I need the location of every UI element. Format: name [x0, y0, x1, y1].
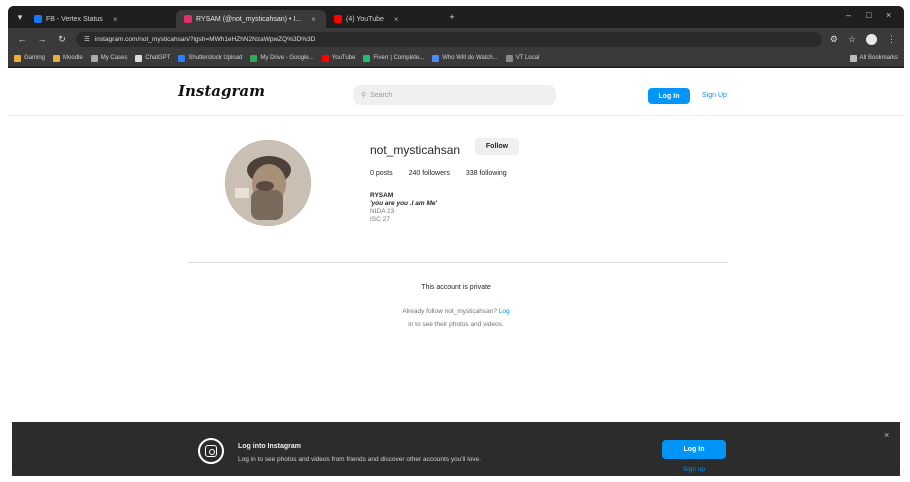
- new-tab-button[interactable]: +: [446, 12, 458, 22]
- instagram-header: Instagram ⚲ Search Log In Sign Up: [8, 68, 904, 116]
- banner-login-button[interactable]: Log In: [662, 440, 726, 459]
- search-icon: ⚲: [361, 92, 367, 99]
- bookmark-label: VT Local: [515, 55, 540, 61]
- drive-icon: [250, 54, 258, 62]
- bookmark-item[interactable]: Who Will do Watch...: [432, 54, 498, 62]
- fiverr-icon: [363, 54, 371, 62]
- close-icon[interactable]: ×: [311, 15, 316, 24]
- bio-quote: 'you are you .I am Me': [370, 200, 438, 207]
- reload-icon[interactable]: ↻: [56, 34, 68, 45]
- youtube-icon: [321, 54, 329, 62]
- globe-icon: [90, 54, 98, 62]
- bookmark-item[interactable]: Shutterstock Upload: [178, 54, 243, 62]
- extensions-icon[interactable]: ⚙: [830, 34, 838, 45]
- bookmark-item[interactable]: ChatGPT: [135, 54, 171, 62]
- follow-button[interactable]: Follow: [475, 138, 519, 155]
- page-icon: [432, 54, 440, 62]
- url-text: instagram.com/not_mysticahsan/?igsh=MWh1…: [94, 35, 316, 43]
- tab-label: (4) YouTube: [346, 15, 384, 23]
- bookmark-item[interactable]: My Drive - Google...: [250, 54, 314, 62]
- tab-label: FB - Vertex Status: [46, 15, 103, 23]
- private-line-prefix: Already follow not_mysticahsan?: [402, 308, 499, 315]
- login-link[interactable]: Log: [499, 308, 510, 315]
- instagram-page: Instagram ⚲ Search Log In Sign Up not_my…: [8, 68, 904, 476]
- bookmark-item[interactable]: VT Local: [505, 54, 540, 62]
- posts-count: 0 posts: [370, 170, 393, 177]
- bookmark-label: Fiverr | Complete...: [373, 55, 425, 61]
- search-input[interactable]: ⚲ Search: [353, 85, 556, 105]
- private-account-title: This account is private: [421, 284, 491, 291]
- back-icon[interactable]: ←: [16, 34, 28, 44]
- close-icon[interactable]: ×: [884, 430, 889, 440]
- bookmark-item[interactable]: Fiverr | Complete...: [363, 54, 425, 62]
- profile-bio: RYSAM 'you are you .I am Me' NIDA 23 ISC…: [370, 192, 437, 224]
- bookmarks-bar: Gaming Moodle My Cases ChatGPT Shutterst…: [8, 50, 904, 67]
- bookmark-label: My Drive - Google...: [260, 55, 314, 61]
- bio-line: ISC 27: [370, 216, 390, 223]
- folder-icon: [14, 54, 21, 62]
- tab-fb[interactable]: FB - Vertex Status ×: [26, 10, 176, 28]
- close-icon[interactable]: ×: [113, 15, 118, 24]
- close-window-icon[interactable]: ×: [886, 10, 891, 20]
- tab-search-icon[interactable]: ▾: [14, 12, 26, 23]
- all-bookmarks[interactable]: All Bookmarks: [849, 54, 898, 62]
- signup-link[interactable]: Sign Up: [702, 92, 727, 99]
- profile-photo-illustration: [225, 140, 311, 226]
- bookmark-label: My Cases: [100, 55, 128, 61]
- followers-count[interactable]: 240 followers: [409, 170, 450, 177]
- site-info-icon[interactable]: ☰: [84, 35, 90, 43]
- bio-line: NIDA 23: [370, 208, 395, 215]
- instagram-icon: [184, 15, 192, 23]
- bio-name: RYSAM: [370, 192, 394, 199]
- banner-subtitle: Log in to see photos and videos from fri…: [238, 456, 481, 463]
- profile-avatar-icon[interactable]: [866, 33, 877, 45]
- browser-window: ▾ FB - Vertex Status × RYSAM (@not_mysti…: [8, 6, 904, 476]
- toolbar-actions: ⚙ ☆ ⋮: [830, 33, 896, 45]
- bookmark-label: Moodle: [63, 55, 83, 61]
- search-placeholder: Search: [370, 91, 393, 99]
- tab-strip: ▾ FB - Vertex Status × RYSAM (@not_mysti…: [8, 6, 904, 28]
- menu-icon[interactable]: ⋮: [887, 34, 896, 45]
- bookmark-item[interactable]: Moodle: [53, 54, 83, 62]
- login-banner: Log into Instagram Log in to see photos …: [12, 422, 900, 476]
- banner-title: Log into Instagram: [238, 443, 301, 450]
- folder-icon: [849, 54, 857, 62]
- private-account-message: Already follow not_mysticahsan? Log in t…: [8, 305, 904, 331]
- folder-icon: [53, 54, 61, 62]
- tab-label: RYSAM (@not_mysticahsan) • I...: [196, 15, 302, 23]
- profile-stats: 0 posts 240 followers 338 following: [370, 170, 507, 177]
- bookmark-label: ChatGPT: [145, 55, 171, 61]
- address-toolbar: ← → ↻ ☰ instagram.com/not_mysticahsan/?i…: [8, 28, 904, 50]
- bookmark-item[interactable]: My Cases: [90, 54, 128, 62]
- bookmark-label: Gaming: [24, 55, 46, 61]
- shutterstock-icon: [178, 54, 186, 62]
- maximize-icon[interactable]: □: [866, 10, 871, 20]
- page-icon: [505, 54, 513, 62]
- bookmark-label: Shutterstock Upload: [188, 55, 243, 61]
- bookmark-star-icon[interactable]: ☆: [848, 34, 856, 45]
- profile-username: not_mysticahsan: [370, 143, 461, 157]
- private-line-2: in to see their photos and videos.: [408, 321, 504, 328]
- profile-picture[interactable]: [225, 140, 311, 226]
- chatgpt-icon: [135, 54, 143, 62]
- bookmark-label: All Bookmarks: [859, 55, 898, 61]
- login-button[interactable]: Log In: [648, 88, 690, 104]
- divider: [188, 262, 728, 263]
- tab-youtube[interactable]: (4) YouTube ×: [326, 10, 446, 28]
- bookmark-label: YouTube: [331, 55, 356, 61]
- close-icon[interactable]: ×: [394, 15, 399, 24]
- youtube-icon: [334, 15, 342, 23]
- bookmark-item[interactable]: Gaming: [14, 54, 46, 62]
- instagram-icon: [198, 438, 224, 464]
- bookmark-label: Who Will do Watch...: [442, 55, 498, 61]
- instagram-logo[interactable]: Instagram: [178, 82, 265, 100]
- minimize-icon[interactable]: –: [846, 10, 851, 20]
- following-count[interactable]: 338 following: [466, 170, 507, 177]
- fb-icon: [34, 15, 42, 23]
- tab-instagram[interactable]: RYSAM (@not_mysticahsan) • I... ×: [176, 10, 326, 28]
- bookmark-item[interactable]: YouTube: [321, 54, 356, 62]
- banner-signup-link[interactable]: Sign up: [662, 466, 726, 473]
- address-bar[interactable]: ☰ instagram.com/not_mysticahsan/?igsh=MW…: [76, 31, 822, 47]
- forward-icon[interactable]: →: [36, 34, 48, 44]
